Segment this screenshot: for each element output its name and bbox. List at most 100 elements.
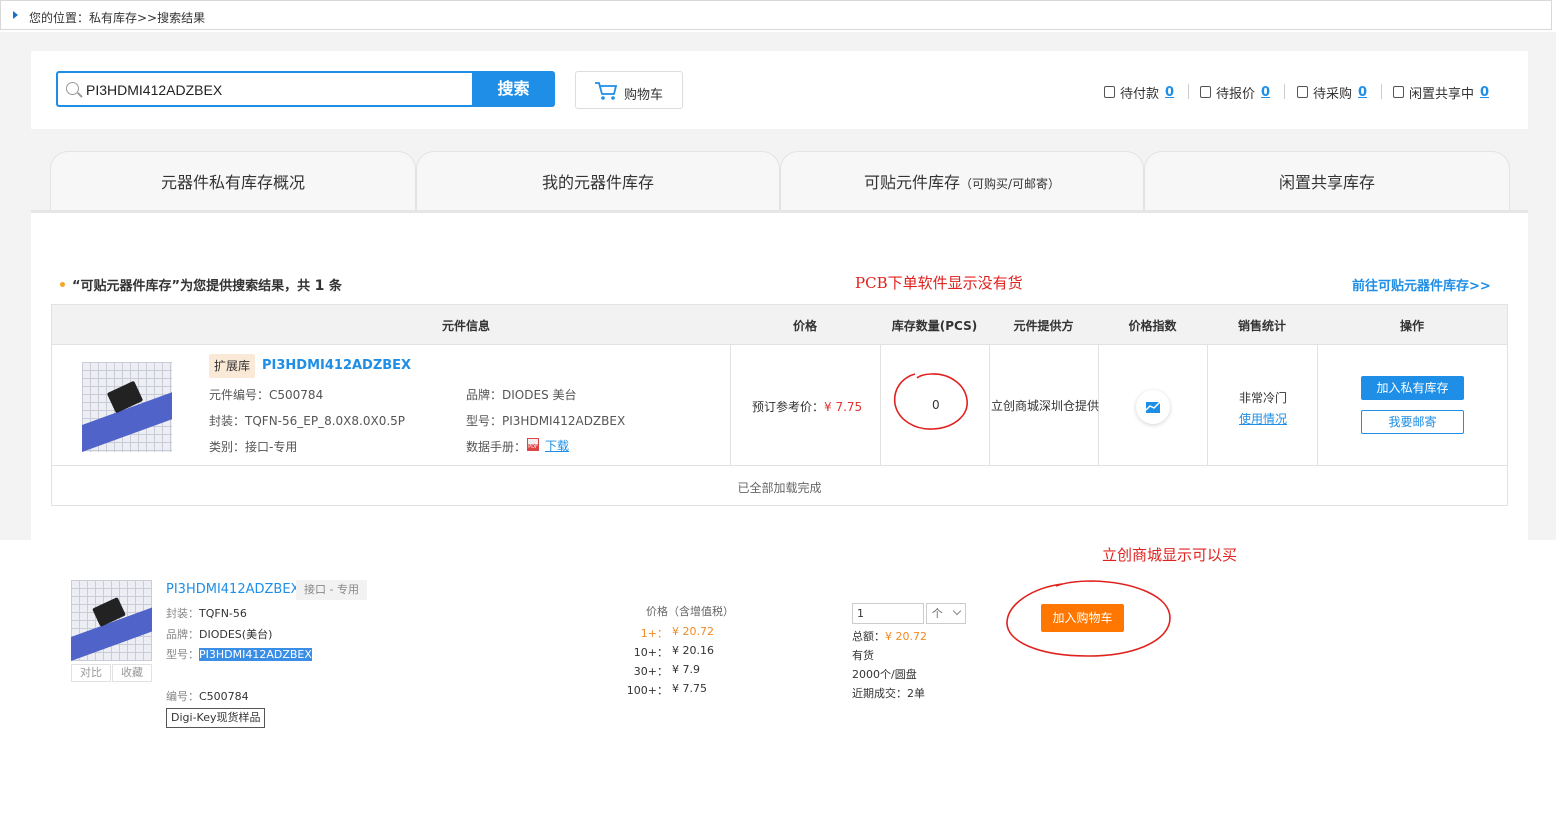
price-value: ¥ 7.75 — [824, 400, 863, 414]
column-divider — [880, 345, 881, 465]
row-divider — [52, 465, 1507, 466]
th-price-index: 价格指数 — [1128, 319, 1177, 333]
add-private-inventory-button[interactable]: 加入私有库存 — [1361, 376, 1464, 400]
mail-button[interactable]: 我要邮寄 — [1361, 410, 1464, 434]
part-image[interactable] — [82, 362, 172, 452]
part-package: 封装：TQFN-56_EP_8.0X8.0X0.5P — [209, 412, 405, 429]
mall-code: 编号：C500784 — [166, 688, 249, 704]
cart-label: 购物车 — [624, 88, 664, 103]
compare-button[interactable]: 对比 — [71, 664, 111, 682]
quantity-input[interactable]: 1 — [852, 603, 924, 624]
mall-package: 封装：TQFN-56 — [166, 605, 247, 621]
result-summary: “可贴元器件库存”为您提供搜索结果，共 1 条 — [72, 275, 342, 294]
brand-value: DIODES(美台) — [199, 628, 273, 641]
mall-brand: 品牌：DIODES(美台) — [166, 626, 272, 642]
column-divider — [1207, 345, 1208, 465]
pdf-icon — [527, 438, 539, 451]
package-label: 封装： — [166, 607, 199, 620]
tier-price: ¥ 20.16 — [672, 644, 714, 657]
datasheet-download-link[interactable]: 下载 — [545, 437, 569, 454]
mall-part-title[interactable]: PI3HDMI412ADZBEX — [166, 582, 299, 597]
usage-link[interactable]: 使用情况 — [1239, 410, 1287, 427]
status-label: 待报价 — [1216, 86, 1256, 102]
wallet-icon — [1104, 86, 1115, 98]
part-number-link[interactable]: PI3HDMI412ADZBEX — [262, 358, 411, 373]
tab-label: 元器件私有库存概况 — [160, 173, 305, 192]
th-actions: 操作 — [1399, 319, 1424, 333]
status-pending-quote[interactable]: 待报价 0 — [1200, 83, 1270, 102]
tier-qty: 1+： — [640, 627, 668, 640]
model-label: 型号： — [166, 648, 199, 661]
tab-label: 闲置共享库存 — [1278, 173, 1375, 192]
status-count[interactable]: 0 — [1358, 85, 1367, 100]
annotation-can-buy: 立创商城显示可以买 — [1102, 546, 1238, 564]
unit-select[interactable]: 个 — [926, 603, 966, 624]
th-stock: 库存数量(PCS) — [891, 319, 978, 333]
th-price: 价格 — [792, 319, 817, 333]
favorite-button[interactable]: 收藏 — [112, 664, 152, 682]
status-count[interactable]: 0 — [1165, 85, 1174, 100]
reel-info: 2000个/圆盘 — [852, 668, 917, 681]
cart-button[interactable]: 购物车 — [575, 71, 683, 109]
package-label: 封装： — [209, 414, 246, 428]
mall-category-badge: 接口 - 专用 — [296, 580, 367, 600]
mall-part-image[interactable] — [71, 580, 152, 661]
price-header: 价格（含增值税） — [646, 605, 734, 618]
part-brand: 品牌：DIODES 美台 — [466, 386, 577, 403]
th-supplier: 元件提供方 — [1013, 319, 1074, 333]
column-divider — [1317, 345, 1318, 465]
tab-label: 我的元器件库存 — [541, 173, 654, 192]
summary-prefix: “可贴元器件库存”为您提供搜索结果，共 — [72, 279, 311, 294]
brand-label: 品牌： — [166, 628, 199, 641]
search-input[interactable] — [86, 78, 466, 102]
recent-deals: 近期成交：2单 — [852, 687, 925, 700]
divider — [1284, 84, 1285, 99]
status-idle-sharing[interactable]: 闲置共享中 0 — [1393, 83, 1489, 102]
bullet-dot-icon — [60, 282, 65, 287]
model-value-selected: PI3HDMI412ADZBEX — [199, 648, 312, 661]
column-divider — [730, 345, 731, 465]
status-label: 待采购 — [1313, 86, 1353, 102]
status-count[interactable]: 0 — [1480, 85, 1489, 100]
status-count[interactable]: 0 — [1261, 85, 1270, 100]
annotation-no-stock: PCB下单软件显示没有货 — [855, 274, 1023, 292]
chevron-down-icon — [953, 606, 962, 616]
tier-price: ¥ 7.75 — [672, 682, 707, 695]
tab-idle-shared[interactable]: 闲置共享库存 — [1144, 151, 1510, 211]
extended-library-badge: 扩展库 — [209, 354, 255, 378]
annotation-circle — [893, 373, 968, 430]
supplier: 立创商城深圳仓提供 — [991, 399, 1100, 413]
total-amount: 总额：¥ 20.72 — [852, 628, 927, 644]
price-trend-icon[interactable] — [1136, 390, 1170, 424]
tab-smt-inventory[interactable]: 可贴元件库存（可购买/可邮寄） — [780, 151, 1144, 211]
mall-model: 型号：PI3HDMI412ADZBEX — [166, 646, 312, 662]
all-loaded-text: 已全部加载完成 — [737, 481, 822, 495]
annotation-circle — [1006, 580, 1171, 657]
share-icon — [1393, 86, 1404, 98]
code-label: 元件编号： — [209, 388, 270, 402]
tab-private-overview[interactable]: 元器件私有库存概况 — [50, 151, 416, 211]
tier-qty: 10+： — [633, 646, 668, 659]
tab-my-inventory[interactable]: 我的元器件库存 — [416, 151, 780, 211]
tier-qty: 30+： — [633, 665, 668, 678]
divider — [1188, 84, 1189, 99]
search-icon — [66, 82, 79, 95]
goto-smt-inventory-link[interactable]: 前往可贴元器件库存>> — [1352, 275, 1491, 294]
search-button[interactable]: 搜索 — [472, 71, 555, 107]
status-pending-payment[interactable]: 待付款 0 — [1104, 83, 1174, 102]
status-pending-purchase[interactable]: 待采购 0 — [1297, 83, 1367, 102]
package-value: TQFN-56_EP_8.0X8.0X0.5P — [245, 414, 406, 428]
result-count: 1 — [314, 278, 325, 294]
caret-right-icon — [13, 11, 18, 19]
datasheet-label: 数据手册： — [466, 440, 527, 454]
code-label: 编号： — [166, 690, 199, 703]
quote-icon — [1200, 86, 1211, 98]
status-label: 待付款 — [1120, 86, 1160, 102]
category-value: 接口-专用 — [245, 440, 298, 454]
column-divider — [989, 345, 990, 465]
tab-label: 可贴元件库存 — [863, 173, 960, 192]
brand-label: 品牌： — [466, 388, 503, 402]
price-label: 预订参考价： — [752, 400, 825, 414]
tier-price: ¥ 7.9 — [672, 663, 700, 676]
total-label: 总额： — [852, 630, 885, 643]
